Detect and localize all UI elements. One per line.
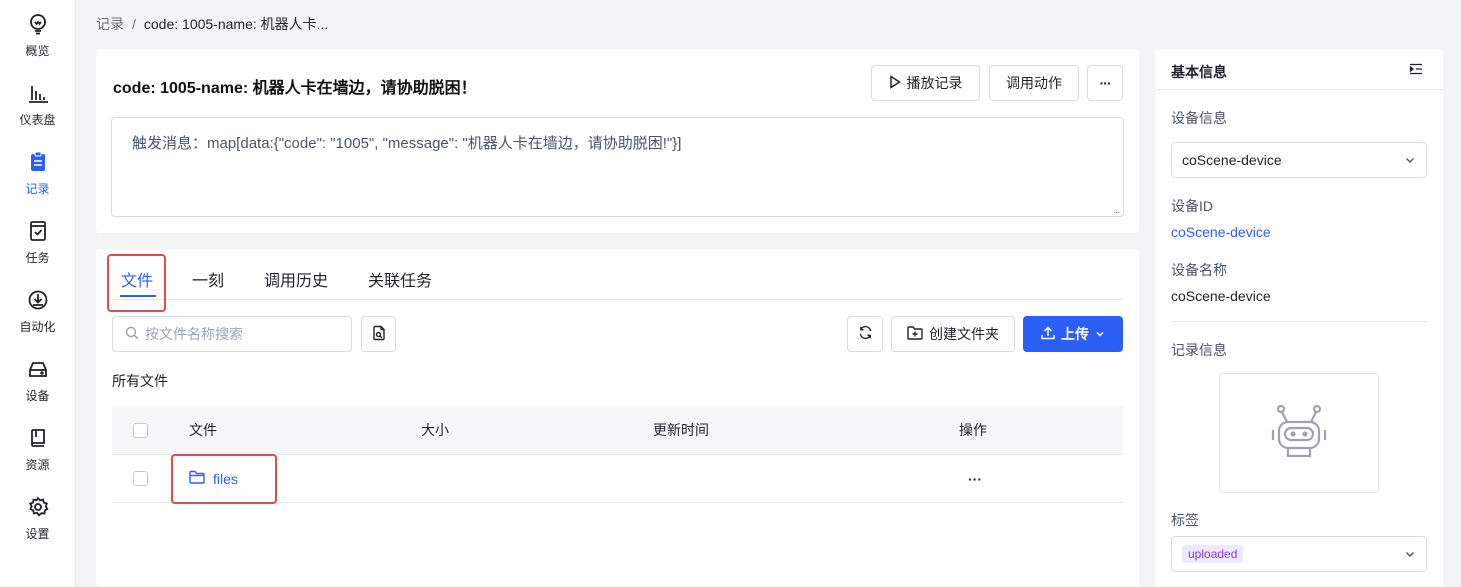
files-card: 文件 一刻 调用历史 关联任务 创建文件夹 上传 所有 — [96, 249, 1139, 587]
resize-grip-icon[interactable]: ... — [1114, 205, 1120, 216]
file-search-icon — [371, 325, 387, 344]
bar-chart-icon — [27, 82, 49, 104]
gear-icon — [27, 496, 49, 518]
create-folder-label: 创建文件夹 — [929, 326, 999, 342]
record-info-label: 记录信息 — [1171, 342, 1227, 358]
refresh-icon — [858, 325, 873, 343]
row-checkbox-cell — [133, 455, 148, 502]
nav-item-devices[interactable]: 设备 — [0, 358, 75, 418]
file-name-link[interactable]: files — [189, 455, 238, 502]
nav-item-tasks[interactable]: 任务 — [0, 220, 75, 280]
left-nav: 概览 仪表盘 记录 任务 自动化 设备 资源 设置 — [0, 0, 76, 587]
refresh-button[interactable] — [847, 316, 883, 352]
device-id-label: 设备ID — [1171, 198, 1213, 214]
more-options-button[interactable]: ··· — [1087, 65, 1123, 101]
record-thumbnail — [1219, 373, 1379, 493]
file-search-input[interactable] — [145, 326, 335, 342]
device-select-value: coScene-device — [1182, 152, 1282, 168]
nav-item-resources[interactable]: 资源 — [0, 427, 75, 487]
table-header: 文件 大小 更新时间 操作 — [112, 406, 1123, 455]
device-select[interactable]: coScene-device — [1171, 142, 1427, 178]
ellipsis-icon: ··· — [1099, 75, 1112, 91]
nav-label: 仪表盘 — [19, 113, 56, 127]
device-name-value: coScene-device — [1171, 288, 1271, 304]
collapse-panel-icon[interactable] — [1409, 62, 1423, 78]
column-header-file: 文件 — [189, 422, 217, 438]
table-row: files ··· — [112, 455, 1123, 503]
device-name-label: 设备名称 — [1171, 262, 1227, 278]
nav-item-settings[interactable]: 设置 — [0, 496, 75, 556]
task-icon — [27, 220, 49, 242]
device-info-label: 设备信息 — [1171, 110, 1227, 126]
device-id-link[interactable]: coScene-device — [1171, 224, 1271, 240]
info-panel: 基本信息 设备信息 coScene-device 设备ID coScene-de… — [1155, 49, 1443, 587]
nav-label: 概览 — [25, 44, 50, 58]
create-folder-button[interactable]: 创建文件夹 — [891, 316, 1015, 352]
invoke-action-label: 调用动作 — [1006, 75, 1062, 91]
tab-related-tasks[interactable]: 关联任务 — [368, 267, 432, 291]
column-header-updated: 更新时间 — [653, 422, 709, 438]
row-more-button[interactable]: ··· — [968, 455, 982, 502]
file-name: files — [213, 470, 238, 487]
nav-item-automation[interactable]: 自动化 — [0, 289, 75, 349]
row-checkbox[interactable] — [133, 471, 148, 486]
lightbulb-icon — [27, 13, 49, 35]
file-search-box[interactable] — [112, 316, 352, 352]
book-icon — [27, 427, 49, 449]
tag-badge: uploaded — [1182, 545, 1244, 563]
breadcrumb-current: code: 1005-name: 机器人卡... — [143, 16, 329, 32]
divider — [1171, 321, 1427, 322]
device-icon — [27, 358, 49, 380]
invoke-action-button[interactable]: 调用动作 — [989, 65, 1079, 101]
active-tab-indicator — [120, 295, 156, 297]
tab-files[interactable]: 文件 — [121, 267, 153, 291]
folder-icon — [189, 470, 205, 487]
select-all-checkbox-cell — [133, 406, 148, 454]
select-all-checkbox[interactable] — [133, 422, 148, 438]
nav-item-overview[interactable]: 概览 — [0, 13, 75, 73]
trigger-message-textarea[interactable]: 触发消息：map[data:{"code": "1005", "message"… — [111, 117, 1124, 217]
chevron-down-icon — [1404, 547, 1416, 563]
play-record-button[interactable]: 播放记录 — [871, 65, 980, 101]
breadcrumb-separator: / — [132, 16, 136, 32]
tab-invoke-history[interactable]: 调用历史 — [264, 267, 328, 291]
file-filter-button[interactable] — [361, 316, 396, 352]
upload-button[interactable]: 上传 — [1023, 316, 1123, 352]
nav-label: 任务 — [25, 251, 50, 265]
record-icon — [27, 151, 49, 173]
nav-label: 自动化 — [19, 320, 56, 334]
nav-label: 资源 — [25, 458, 50, 472]
tags-label: 标签 — [1171, 512, 1199, 528]
play-record-label: 播放记录 — [906, 75, 963, 91]
chevron-down-icon — [1095, 326, 1105, 342]
files-table: 文件 大小 更新时间 操作 files ··· — [112, 406, 1123, 503]
play-icon — [889, 74, 901, 92]
trigger-message-text: 触发消息：map[data:{"code": "1005", "message"… — [132, 135, 682, 152]
search-icon — [125, 326, 139, 343]
record-header-card: code: 1005-name: 机器人卡在墙边，请协助脱困！ 播放记录 调用动… — [96, 49, 1139, 233]
info-panel-title: 基本信息 — [1171, 64, 1227, 80]
nav-label: 设备 — [25, 389, 50, 403]
nav-item-dashboard[interactable]: 仪表盘 — [0, 82, 75, 142]
column-header-size: 大小 — [421, 422, 449, 438]
tab-moments[interactable]: 一刻 — [192, 267, 224, 291]
breadcrumb: 记录 / code: 1005-name: 机器人卡... — [96, 14, 328, 34]
record-title: code: 1005-name: 机器人卡在墙边，请协助脱困！ — [113, 80, 477, 97]
all-files-heading: 所有文件 — [112, 373, 168, 389]
tab-bar: 文件 一刻 调用历史 关联任务 — [112, 249, 1123, 300]
nav-item-records[interactable]: 记录 — [0, 151, 75, 211]
automation-icon — [27, 289, 49, 311]
tags-select[interactable]: uploaded — [1171, 536, 1427, 572]
nav-label: 设置 — [25, 527, 50, 541]
folder-plus-icon — [907, 325, 923, 343]
info-panel-header: 基本信息 — [1155, 49, 1443, 90]
breadcrumb-root-link[interactable]: 记录 — [96, 14, 124, 34]
upload-icon — [1041, 325, 1055, 343]
chevron-down-icon — [1404, 153, 1416, 169]
column-header-actions: 操作 — [959, 422, 987, 438]
upload-label: 上传 — [1061, 326, 1089, 342]
nav-label: 记录 — [25, 182, 50, 196]
robot-icon — [1270, 404, 1328, 463]
